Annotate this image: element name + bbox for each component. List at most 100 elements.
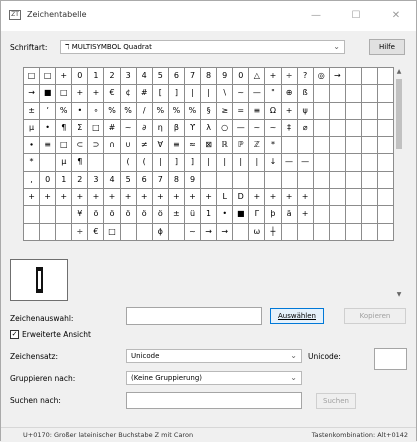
char-cell[interactable]: |: [217, 154, 234, 172]
char-cell[interactable]: □: [56, 85, 73, 103]
select-button[interactable]: Auswählen: [270, 308, 324, 324]
char-cell[interactable]: [313, 223, 330, 241]
char-cell[interactable]: [378, 154, 395, 172]
charset-dropdown[interactable]: Unicode ⌄: [126, 349, 302, 363]
char-cell[interactable]: (: [120, 154, 137, 172]
char-cell[interactable]: [361, 85, 379, 103]
char-cell[interactable]: □: [56, 137, 73, 155]
char-cell[interactable]: ö: [120, 206, 137, 224]
char-cell[interactable]: 0: [72, 68, 89, 86]
char-cell[interactable]: 8: [201, 68, 218, 86]
char-cell[interactable]: [313, 154, 330, 172]
char-cell[interactable]: [329, 102, 346, 120]
char-cell[interactable]: [378, 102, 395, 120]
char-cell[interactable]: 1: [56, 171, 73, 190]
char-cell[interactable]: [104, 154, 121, 172]
unicode-field[interactable]: [374, 348, 407, 370]
char-cell[interactable]: Ω: [265, 102, 282, 120]
char-cell[interactable]: —: [297, 154, 314, 172]
char-cell[interactable]: |: [233, 154, 250, 172]
char-cell[interactable]: [345, 119, 362, 138]
char-cell[interactable]: [281, 171, 298, 190]
char-cell[interactable]: \: [217, 85, 234, 103]
char-cell[interactable]: [56, 206, 73, 224]
char-cell[interactable]: [345, 223, 362, 241]
char-cell[interactable]: ◎: [313, 68, 330, 86]
char-cell[interactable]: μ: [24, 119, 41, 138]
char-cell[interactable]: [345, 189, 362, 207]
char-cell[interactable]: ß: [297, 85, 314, 103]
char-cell[interactable]: [265, 171, 282, 190]
char-cell[interactable]: [88, 154, 105, 172]
char-cell[interactable]: [329, 85, 346, 103]
char-cell[interactable]: |: [249, 154, 266, 172]
char-cell[interactable]: [313, 206, 330, 224]
char-cell[interactable]: *: [24, 154, 41, 172]
char-cell[interactable]: 4: [104, 171, 121, 190]
char-cell[interactable]: §: [201, 102, 218, 120]
char-cell[interactable]: 6: [136, 171, 153, 190]
char-cell[interactable]: [329, 206, 346, 224]
char-cell[interactable]: [40, 223, 57, 241]
char-cell[interactable]: [297, 171, 314, 190]
char-cell[interactable]: [361, 137, 379, 155]
char-cell[interactable]: [40, 206, 57, 224]
char-cell[interactable]: ℝ: [217, 137, 234, 155]
char-cell[interactable]: ö: [152, 206, 169, 224]
char-cell[interactable]: [217, 171, 234, 190]
char-cell[interactable]: [345, 85, 362, 103]
scroll-down-icon[interactable]: ▼: [394, 290, 404, 300]
char-cell[interactable]: ~: [233, 85, 250, 103]
char-cell[interactable]: |: [184, 85, 202, 103]
char-cell[interactable]: ö: [104, 206, 121, 224]
char-cell[interactable]: ÷: [281, 68, 298, 86]
char-cell[interactable]: [345, 154, 362, 172]
char-cell[interactable]: [345, 68, 362, 86]
char-cell[interactable]: ↓: [265, 154, 282, 172]
char-cell[interactable]: [378, 137, 395, 155]
char-cell[interactable]: [329, 119, 346, 138]
char-cell[interactable]: [56, 223, 73, 241]
char-cell[interactable]: ]: [168, 154, 185, 172]
grid-scrollbar[interactable]: ▲ ▼: [394, 67, 404, 300]
char-cell[interactable]: +: [184, 189, 202, 207]
char-cell[interactable]: [361, 68, 379, 86]
char-cell[interactable]: μ: [56, 154, 73, 172]
char-cell[interactable]: +: [297, 206, 314, 224]
char-cell[interactable]: [378, 85, 395, 103]
char-cell[interactable]: 7: [184, 68, 202, 86]
char-cell[interactable]: [378, 68, 395, 86]
char-cell[interactable]: ,: [24, 171, 41, 190]
char-cell[interactable]: •: [217, 206, 234, 224]
char-cell[interactable]: ⊠: [201, 137, 218, 155]
char-cell[interactable]: ■: [40, 85, 57, 103]
char-cell[interactable]: ~: [265, 119, 282, 138]
char-cell[interactable]: [378, 206, 395, 224]
char-cell[interactable]: 6: [168, 68, 185, 86]
char-cell[interactable]: ≈: [184, 137, 202, 155]
char-cell[interactable]: •: [72, 102, 89, 120]
char-cell[interactable]: [120, 223, 137, 241]
char-cell[interactable]: →: [329, 68, 346, 86]
char-cell[interactable]: ±: [168, 206, 185, 224]
char-cell[interactable]: ⊕: [281, 85, 298, 103]
char-cell[interactable]: [329, 223, 346, 241]
char-cell[interactable]: [313, 189, 330, 207]
char-cell[interactable]: +: [88, 189, 105, 207]
char-cell[interactable]: +: [152, 189, 169, 207]
char-cell[interactable]: €: [88, 223, 105, 241]
char-cell[interactable]: ⊃: [88, 137, 105, 155]
char-cell[interactable]: ~: [249, 119, 266, 138]
char-cell[interactable]: +: [40, 189, 57, 207]
char-cell[interactable]: ≥: [217, 102, 234, 120]
char-cell[interactable]: [313, 171, 330, 190]
char-cell[interactable]: 1: [88, 68, 105, 86]
char-cell[interactable]: €: [104, 85, 121, 103]
char-cell[interactable]: ~: [184, 223, 202, 241]
char-cell[interactable]: Γ: [249, 206, 266, 224]
char-cell[interactable]: [329, 189, 346, 207]
char-cell[interactable]: +: [249, 189, 266, 207]
char-cell[interactable]: ü: [184, 206, 202, 224]
char-cell[interactable]: þ: [265, 206, 282, 224]
char-cell[interactable]: ∙: [24, 137, 41, 155]
